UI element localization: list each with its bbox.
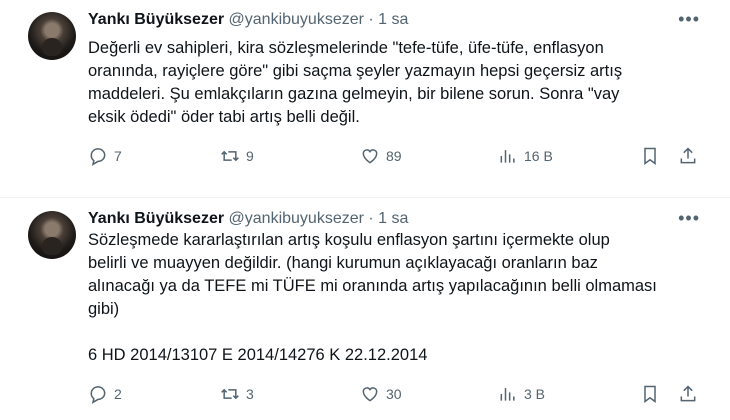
bookmark-icon [644,385,656,403]
avatar[interactable] [28,12,76,60]
reply-count: 7 [114,148,122,164]
tweet-text: Sözleşmede kararlaştırılan artış koşulu … [88,231,657,364]
like-button[interactable]: 30 [360,384,402,404]
like-count: 30 [386,386,402,402]
speech-bubble-icon [90,148,106,166]
bookmark-button[interactable] [640,146,660,166]
tweet-actions: 2 3 30 3 B [88,384,708,406]
tweet[interactable]: Yankı Büyüksezer @yankibuyuksezer · 1 sa… [0,0,730,198]
view-count: 3 B [524,386,546,402]
heart-icon [362,387,378,402]
tweet-text: Değerli ev sahipleri, kira sözleşmelerin… [88,39,623,126]
retweet-button[interactable]: 9 [220,146,254,166]
share-button[interactable] [678,146,698,166]
reply-button[interactable]: 7 [88,146,122,166]
reply-button[interactable]: 2 [88,384,122,404]
more-options-icon[interactable]: ••• [678,10,700,28]
bar-chart-icon [500,150,515,163]
retweet-button[interactable]: 3 [220,384,254,404]
author-handle-time[interactable]: @yankibuyuksezer · 1 sa [229,11,409,28]
tweet-actions: 7 9 89 16 B [88,146,708,168]
reply-count: 2 [114,386,122,402]
bar-chart-icon [500,388,515,401]
retweet-arrows-icon [221,150,239,162]
author-name[interactable]: Yankı Büyüksezer [88,210,224,227]
retweet-arrows-icon [221,388,239,400]
avatar[interactable] [28,211,76,259]
author-handle-time[interactable]: @yankibuyuksezer · 1 sa [229,210,409,227]
more-options-icon[interactable]: ••• [678,209,700,227]
retweet-count: 9 [246,148,254,164]
retweet-count: 3 [246,386,254,402]
views-button[interactable]: 3 B [498,384,545,404]
share-upload-icon [680,385,696,402]
tweet-header: Yankı Büyüksezer @yankibuyuksezer · 1 sa [88,10,408,30]
bookmark-button[interactable] [640,384,660,404]
bookmark-icon [644,147,656,165]
heart-icon [362,149,378,164]
views-button[interactable]: 16 B [498,146,553,166]
like-count: 89 [386,148,402,164]
view-count: 16 B [524,148,553,164]
tweet[interactable]: Yankı Büyüksezer @yankibuyuksezer · 1 sa… [0,199,730,420]
tweet-header: Yankı Büyüksezer @yankibuyuksezer · 1 sa [88,209,408,229]
speech-bubble-icon [90,386,106,404]
like-button[interactable]: 89 [360,146,402,166]
share-upload-icon [680,147,696,164]
author-name[interactable]: Yankı Büyüksezer [88,11,224,28]
share-button[interactable] [678,384,698,404]
